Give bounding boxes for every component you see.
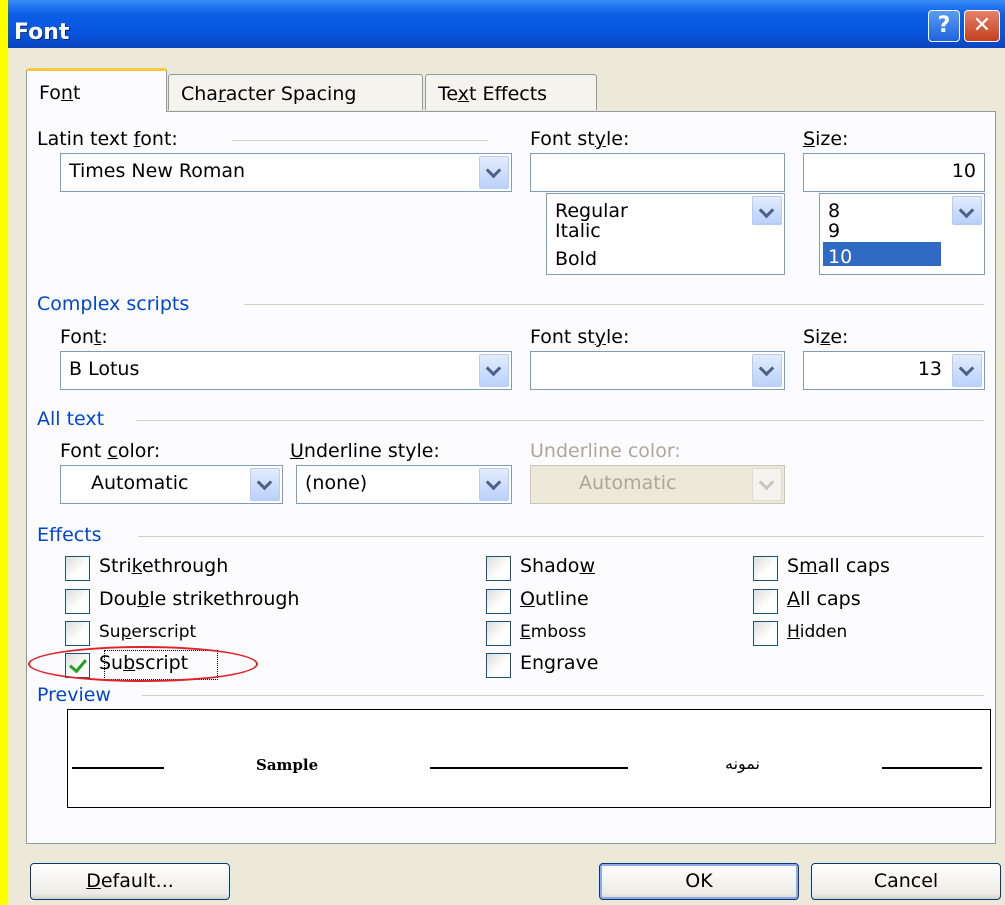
latin-style-label: Font style: xyxy=(530,128,630,150)
all-text-separator xyxy=(136,420,984,421)
underline-style-combo[interactable]: (none) xyxy=(296,465,512,504)
latin-font-value: Times New Roman xyxy=(69,160,246,182)
preview-box: Sample نمونه xyxy=(67,709,991,808)
superscript-checkbox[interactable] xyxy=(65,621,90,646)
size-option-9[interactable]: 9 xyxy=(828,222,840,241)
preview-line xyxy=(430,767,628,769)
scroll-down-icon[interactable] xyxy=(952,196,982,224)
all-caps-checkbox[interactable] xyxy=(753,589,778,614)
cancel-button[interactable]: Cancel xyxy=(811,863,1001,900)
help-button[interactable]: ? xyxy=(928,10,960,42)
strikethrough-label[interactable]: Strikethrough xyxy=(99,555,228,577)
font-color-dropdown-icon[interactable] xyxy=(250,468,280,501)
complex-size-label: Size: xyxy=(803,326,849,348)
font-dialog: Font ? ✕ Font Character Spacing Text Eff… xyxy=(8,0,1005,905)
underline-style-dropdown-icon[interactable] xyxy=(479,468,509,501)
latin-size-label: Size: xyxy=(803,128,849,150)
preview-separator xyxy=(142,695,984,696)
ok-button[interactable]: OK xyxy=(599,863,799,900)
annotation-ellipse xyxy=(28,646,258,682)
effects-heading: Effects xyxy=(37,524,102,546)
double-strikethrough-checkbox[interactable] xyxy=(65,589,90,614)
close-button[interactable]: ✕ xyxy=(964,10,1000,42)
latin-style-input[interactable] xyxy=(530,153,785,192)
preview-sample-complex: نمونه xyxy=(725,754,760,773)
complex-size-combo[interactable]: 13 xyxy=(803,351,985,390)
font-color-combo[interactable]: Automatic xyxy=(60,465,283,504)
small-caps-checkbox[interactable] xyxy=(753,556,778,581)
latin-style-list[interactable]: Regular Italic Bold xyxy=(546,193,785,275)
size-option-8[interactable]: 8 xyxy=(828,202,840,221)
latin-size-list[interactable]: 8 9 10 xyxy=(819,193,985,275)
underline-style-label: Underline style: xyxy=(290,440,440,462)
emboss-label[interactable]: Emboss xyxy=(520,622,586,642)
strikethrough-checkbox[interactable] xyxy=(65,556,90,581)
preview-sample-latin: Sample xyxy=(256,756,319,774)
complex-font-dropdown-icon[interactable] xyxy=(479,354,509,387)
latin-separator xyxy=(232,140,488,141)
effects-separator xyxy=(138,536,984,537)
outline-checkbox[interactable] xyxy=(486,589,511,614)
emboss-checkbox[interactable] xyxy=(486,621,511,646)
complex-separator xyxy=(244,304,984,305)
complex-font-label: Font: xyxy=(60,326,108,348)
default-button[interactable]: Default... xyxy=(30,863,230,900)
latin-font-combo[interactable]: Times New Roman xyxy=(60,153,512,192)
tab-character-spacing[interactable]: Character Spacing xyxy=(168,74,423,110)
hidden-checkbox[interactable] xyxy=(753,621,778,646)
latin-font-dropdown-icon[interactable] xyxy=(479,156,509,189)
latin-font-label: Latin text font: xyxy=(37,128,178,150)
preview-heading: Preview xyxy=(37,684,111,706)
scroll-down-icon[interactable] xyxy=(752,196,782,224)
style-option-bold[interactable]: Bold xyxy=(555,250,597,269)
shadow-label[interactable]: Shadow xyxy=(520,555,595,577)
complex-scripts-heading: Complex scripts xyxy=(37,293,190,315)
outline-label[interactable]: Outline xyxy=(520,588,589,610)
preview-line xyxy=(882,767,982,769)
preview-line xyxy=(72,767,164,769)
tab-text-effects[interactable]: Text Effects xyxy=(425,74,597,110)
superscript-label[interactable]: Superscript xyxy=(99,622,196,642)
complex-style-label: Font style: xyxy=(530,326,630,348)
complex-style-combo[interactable] xyxy=(530,351,785,390)
complex-style-dropdown-icon[interactable] xyxy=(752,354,782,387)
complex-size-dropdown-icon[interactable] xyxy=(952,354,982,387)
underline-color-label: Underline color: xyxy=(530,440,681,462)
font-color-label: Font color: xyxy=(60,440,161,462)
style-option-regular[interactable]: Regular xyxy=(555,202,628,221)
engrave-label[interactable]: Engrave xyxy=(520,652,599,674)
hidden-label[interactable]: Hidden xyxy=(787,622,847,642)
all-caps-label[interactable]: All caps xyxy=(787,588,861,610)
underline-color-dropdown-icon xyxy=(752,468,782,501)
tab-font[interactable]: Font xyxy=(26,68,167,112)
dialog-title: Font xyxy=(14,20,70,45)
title-bar[interactable]: Font ? ✕ xyxy=(8,0,1005,48)
engrave-checkbox[interactable] xyxy=(486,653,511,678)
double-strikethrough-label[interactable]: Double strikethrough xyxy=(99,588,299,610)
complex-font-combo[interactable]: B Lotus xyxy=(60,351,512,390)
style-option-italic[interactable]: Italic xyxy=(555,222,601,241)
small-caps-label[interactable]: Small caps xyxy=(787,555,890,577)
underline-color-combo: Automatic xyxy=(530,465,785,504)
shadow-checkbox[interactable] xyxy=(486,556,511,581)
size-option-10[interactable]: 10 xyxy=(823,242,941,267)
all-text-heading: All text xyxy=(37,408,105,430)
latin-size-input[interactable]: 10 xyxy=(803,153,985,192)
